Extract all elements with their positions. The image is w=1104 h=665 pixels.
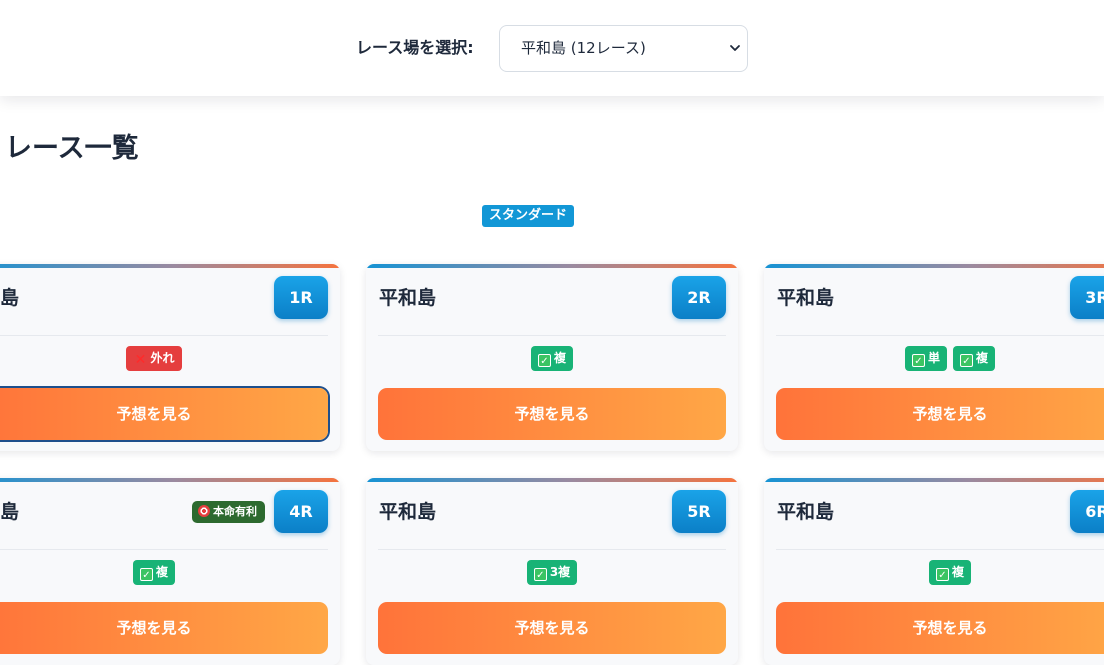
hit-result-badge: ✓ 複 bbox=[928, 560, 971, 585]
race-card[interactable]: 平和島 3R ✓ 単 ✓ 複予想を見る bbox=[764, 264, 1104, 451]
venue-select-label: レース場を選択: bbox=[356, 38, 474, 57]
chevron-down-icon bbox=[730, 45, 740, 51]
result-label: 複 bbox=[553, 351, 566, 365]
hit-result-badge: ✓ 複 bbox=[530, 346, 573, 371]
hit-result-badge: ✓ 単 bbox=[904, 346, 947, 371]
result-label: 複 bbox=[951, 565, 964, 579]
card-accent-strip bbox=[0, 478, 340, 482]
card-venue-name: 和島 bbox=[0, 287, 20, 309]
favorite-advantage-badge: 本命有利 bbox=[192, 501, 265, 523]
race-card[interactable]: 和島 本命有利 4R ✓複予想を見る bbox=[0, 478, 340, 665]
race-number-badge: 1R bbox=[274, 276, 328, 319]
result-label: 単 bbox=[927, 351, 940, 365]
result-label: 複 bbox=[976, 351, 989, 365]
view-prediction-button[interactable]: 予想を見る bbox=[776, 388, 1104, 440]
race-number-badge: 3R bbox=[1070, 276, 1104, 319]
cross-icon: ✕ bbox=[134, 352, 147, 368]
race-card[interactable]: 平和島 5R ✓ 3複予想を見る bbox=[366, 478, 738, 665]
race-card[interactable]: 和島 1R ✕外れ予想を見る bbox=[0, 264, 340, 451]
hit-result-badge: ✓ 複 bbox=[953, 346, 996, 371]
card-accent-strip bbox=[366, 264, 738, 268]
check-icon: ✓ bbox=[911, 354, 925, 367]
miss-result-badge: ✕ 外れ bbox=[126, 346, 182, 371]
mode-badge: スタンダード bbox=[482, 205, 575, 227]
favorite-advantage-label: 本命有利 bbox=[213, 505, 257, 518]
card-divider bbox=[0, 335, 328, 336]
card-accent-strip bbox=[764, 264, 1104, 268]
race-card[interactable]: 平和島 2R ✓ 複予想を見る bbox=[366, 264, 738, 451]
race-card[interactable]: 平和島 6R ✓ 複予想を見る bbox=[764, 478, 1104, 665]
check-icon: ✓ bbox=[533, 568, 547, 581]
result-pills: ✓ 単 ✓ 複 bbox=[764, 346, 1104, 372]
card-accent-strip bbox=[366, 478, 738, 482]
view-prediction-button[interactable]: 予想を見る bbox=[378, 388, 726, 440]
venue-select-value: 平和島 (12レース) bbox=[521, 39, 646, 57]
result-label: 複 bbox=[155, 565, 168, 579]
venue-select[interactable]: 平和島 (12レース) bbox=[499, 25, 748, 72]
result-pills: ✓ 複 bbox=[764, 560, 1104, 586]
check-icon: ✓ bbox=[935, 568, 949, 581]
card-divider bbox=[378, 549, 726, 550]
card-venue-name: 平和島 bbox=[379, 287, 437, 309]
race-number-badge: 4R bbox=[274, 490, 328, 533]
result-label: 外れ bbox=[150, 351, 175, 365]
check-icon: ✓ bbox=[537, 354, 551, 367]
card-divider bbox=[378, 335, 726, 336]
check-icon: ✓ bbox=[960, 354, 973, 367]
result-label: 3複 bbox=[549, 565, 571, 579]
card-venue-name: 平和島 bbox=[777, 501, 835, 523]
race-number-badge: 6R bbox=[1070, 490, 1104, 533]
race-number-badge: 2R bbox=[672, 276, 726, 319]
card-accent-strip bbox=[0, 264, 340, 268]
race-number-badge: 5R bbox=[672, 490, 726, 533]
check-icon: ✓ bbox=[139, 568, 153, 581]
card-venue-name: 平和島 bbox=[379, 501, 437, 523]
card-divider bbox=[776, 549, 1104, 550]
race-list-title: レース一覧 bbox=[5, 133, 139, 164]
view-prediction-button[interactable]: 予想を見る bbox=[776, 602, 1104, 654]
result-pills: ✓ 複 bbox=[0, 560, 340, 586]
card-accent-strip bbox=[764, 478, 1104, 482]
venue-selector-bar: レース場を選択: 平和島 (12レース) bbox=[0, 0, 1104, 96]
result-pills: ✓ 複 bbox=[366, 346, 738, 372]
card-divider bbox=[776, 335, 1104, 336]
view-prediction-button[interactable]: 予想を見る bbox=[378, 602, 726, 654]
result-pills: ✓ 3複 bbox=[366, 560, 738, 586]
card-divider bbox=[0, 549, 328, 550]
hit-result-badge: ✓ 3複 bbox=[526, 560, 578, 585]
hit-result-badge: ✓ 複 bbox=[132, 560, 175, 585]
target-icon bbox=[198, 505, 210, 517]
result-pills: ✕ 外れ bbox=[0, 346, 340, 372]
card-venue-name: 和島 bbox=[0, 501, 20, 523]
card-venue-name: 平和島 bbox=[777, 287, 835, 309]
view-prediction-button[interactable]: 予想を見る bbox=[0, 602, 328, 654]
view-prediction-button[interactable]: 予想を見る bbox=[0, 388, 328, 440]
